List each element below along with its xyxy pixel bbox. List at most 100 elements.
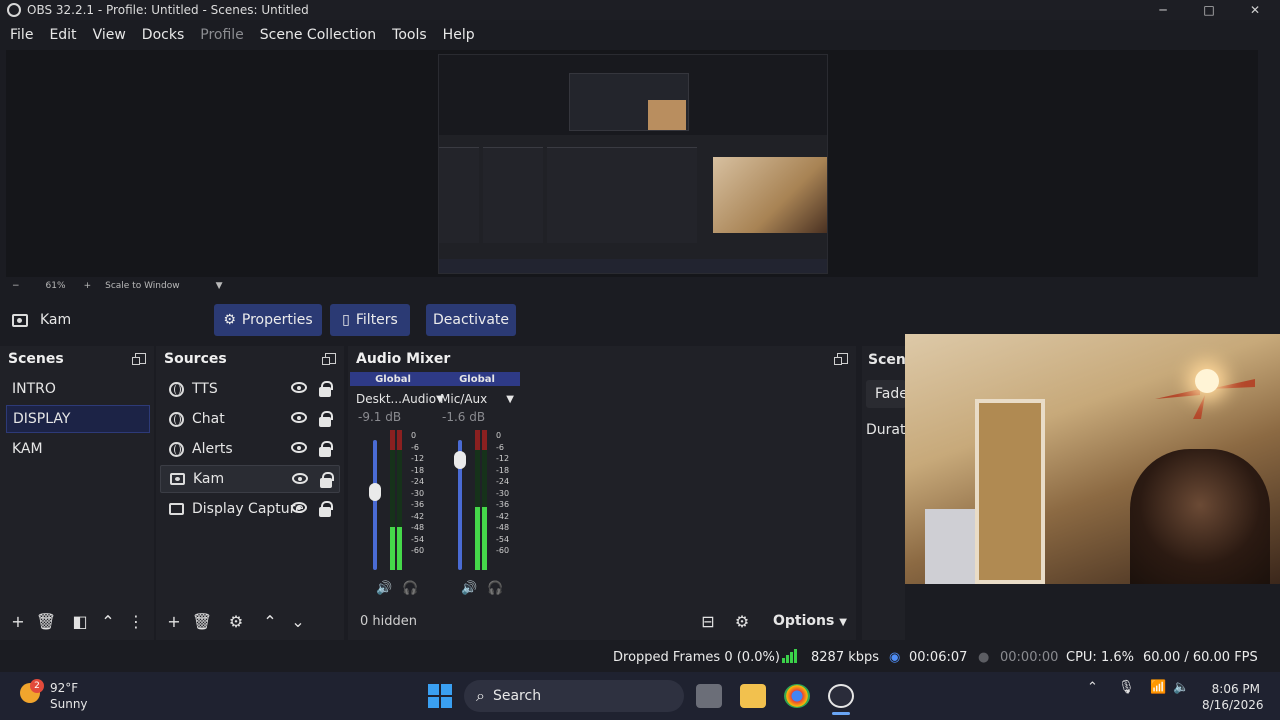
source-item-tts[interactable]: TTS [160,375,340,403]
lock-icon[interactable] [319,411,333,427]
eye-icon[interactable] [291,502,307,513]
eye-icon[interactable] [292,473,308,484]
chrome-icon[interactable] [784,684,810,708]
signal-icon [782,649,797,663]
close-button[interactable]: ✕ [1232,0,1278,20]
task-view-icon[interactable] [696,684,722,708]
headphones-icon[interactable]: 🎧 [402,581,418,596]
scale-dropdown-icon[interactable]: ▼ [216,281,223,291]
meter-tick-label: -36 [496,500,510,509]
minimize-button[interactable]: ─ [1140,0,1186,20]
webcam-person [1130,449,1270,584]
source-item-chat[interactable]: Chat [160,405,340,433]
menu-help[interactable]: Help [435,27,483,43]
meter-tick-label: -30 [411,488,425,498]
lock-icon[interactable] [319,381,333,397]
move-source-down-button[interactable]: ⌄ [284,608,312,634]
lock-icon[interactable] [319,441,333,457]
advanced-audio-icon[interactable]: ⚙ [728,608,756,634]
scale-mode[interactable]: Scale to Window [105,281,179,291]
scene-item-intro[interactable]: INTRO [6,375,150,403]
filters-button[interactable]: ▯ Filters [330,304,410,336]
obs-taskbar-icon[interactable] [828,684,854,708]
layout-toggle-icon[interactable]: ⊟ [694,608,722,634]
undock-icon[interactable] [834,353,848,365]
add-scene-button[interactable]: + [4,608,32,634]
menu-tools[interactable]: Tools [384,27,435,43]
preview-canvas[interactable] [6,50,1258,277]
taskbar-search[interactable]: ⌕ Search [464,680,684,712]
level-meter [397,430,402,570]
scene-transitions-dock: Scene Fade Durati [862,346,915,640]
add-source-button[interactable]: + [160,608,188,634]
volume-fader-knob[interactable] [369,483,381,501]
headphones-icon[interactable]: 🎧 [487,581,503,596]
volume-fader-knob[interactable] [454,451,466,469]
chevron-down-icon: ▼ [839,617,847,628]
lock-icon[interactable] [319,501,333,517]
scene-filters-button[interactable]: ◧ [66,608,94,634]
move-scene-up-button[interactable]: ⌃ [94,608,122,634]
scene-item-kam[interactable]: KAM [6,435,150,463]
clock-date: 8/16/2026 [1202,698,1264,712]
preview-nested-sources [483,147,543,243]
meter-tick-label: -18 [496,465,510,475]
maximize-button[interactable]: □ [1186,0,1232,20]
volume-fader-track[interactable] [373,440,377,570]
meter-tick-label: -36 [411,500,425,509]
source-item-display-capture[interactable]: Display Capture [160,495,340,523]
weather-widget[interactable]: 92°F Sunny [50,680,88,712]
preview-nested-taskbar [439,259,827,273]
source-properties-button[interactable]: ⚙ [222,608,250,634]
remove-scene-button[interactable]: 🗑 [32,608,60,634]
properties-label: Properties [241,312,313,328]
meter-tick-label: -48 [496,523,510,532]
lock-icon[interactable] [320,472,334,488]
menu-profile[interactable]: Profile [192,27,252,43]
scene-item-display[interactable]: DISPLAY [6,405,150,433]
menu-scene-collection[interactable]: Scene Collection [252,27,384,43]
tray-chevron-icon[interactable]: ⌃ [1087,680,1098,695]
dropped-frames: Dropped Frames 0 (0.0%) [613,649,780,665]
channel-name[interactable]: Deskt...Audio ▼ [350,392,444,406]
zoom-out-button[interactable]: − [12,281,20,291]
options-button[interactable]: Options ▼ [773,613,847,629]
preview-nested-scenes [439,147,479,243]
windows-start-icon[interactable] [428,684,452,708]
zoom-in-button[interactable]: + [84,281,92,291]
hidden-count: 0 hidden [360,613,417,629]
status-bar: Dropped Frames 0 (0.0%) 8287 kbps ◉ 00:0… [0,644,1280,670]
meter-tick-label: 0 [496,431,502,440]
properties-button[interactable]: ⚙ Properties [214,304,322,336]
menu-edit[interactable]: Edit [41,27,84,43]
move-source-up-button[interactable]: ⌃ [256,608,284,634]
speaker-icon[interactable]: 🔊 [461,581,477,596]
undock-icon[interactable] [322,353,336,365]
menu-file[interactable]: File [2,27,41,43]
remove-source-button[interactable]: 🗑 [188,608,216,634]
eye-icon[interactable] [291,412,307,423]
wifi-icon[interactable]: 📶 [1150,680,1166,695]
clock[interactable]: 8:06 PM 8/16/2026 [1202,681,1264,713]
channel-name[interactable]: Mic/Aux ▼ [434,392,520,406]
more-options-icon[interactable]: ⋮ [122,608,150,634]
meter-tick-label: -24 [411,477,425,486]
undock-icon[interactable] [132,353,146,365]
transition-select[interactable]: Fade [866,380,908,408]
speaker-icon[interactable]: 🔊 [376,581,392,596]
obs-logo-icon [7,3,21,17]
meter-tick-label: -60 [496,546,510,555]
deactivate-button[interactable]: Deactivate [426,304,516,336]
meter-tick-label: -30 [496,488,510,498]
microphone-icon[interactable]: 🎙 [1118,680,1135,695]
menu-docks[interactable]: Docks [134,27,192,43]
menu-bar: File Edit View Docks Profile Scene Colle… [0,22,1280,48]
bitrate: 8287 kbps [811,649,880,665]
eye-icon[interactable] [291,442,307,453]
volume-icon[interactable]: 🔈 [1173,680,1189,695]
source-item-kam[interactable]: Kam [160,465,340,493]
source-item-alerts[interactable]: Alerts [160,435,340,463]
eye-icon[interactable] [291,382,307,393]
file-explorer-icon[interactable] [740,684,766,708]
menu-view[interactable]: View [85,27,134,43]
